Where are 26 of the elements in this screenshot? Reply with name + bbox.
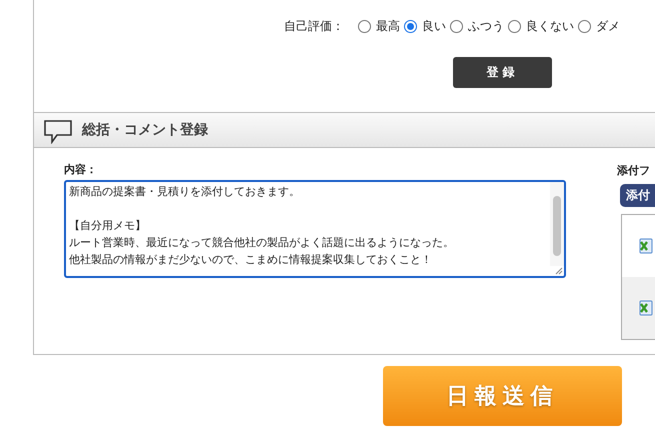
radio-label[interactable]: 良い (422, 18, 446, 35)
radio-button[interactable] (404, 20, 417, 33)
radio-button[interactable] (508, 20, 521, 33)
attach-button[interactable]: 添付 (620, 184, 655, 207)
content-textarea[interactable]: 新商品の提案書・見積りを添付しておきます。 【自分用メモ】 ルート営業時、最近になって競合他社の製品がよく話題に出るようになった。 他社製品の情報がまだ少ないので、こまめに情報提案収集しておくこと！ (64, 180, 566, 278)
spreadsheet-file-icon[interactable] (639, 300, 653, 316)
attachment-label: 添付フ (617, 163, 651, 178)
resize-grip-icon[interactable] (555, 267, 563, 275)
radio-label[interactable]: 良くない (526, 18, 574, 35)
radio-button[interactable] (578, 20, 591, 33)
text-line: 新商品の提案書・見積りを添付しておきます。 (69, 184, 300, 200)
scrollbar-thumb[interactable] (553, 196, 561, 256)
register-button[interactable]: 登録 (453, 57, 552, 88)
radio-button[interactable] (450, 20, 463, 33)
speech-bubble-icon (44, 120, 72, 144)
text-line: 【自分用メモ】 (69, 218, 146, 234)
radio-label[interactable]: 最高 (376, 18, 400, 35)
radio-button[interactable] (358, 20, 371, 33)
rating-label: 自己評価： (284, 18, 344, 35)
radio-label[interactable]: ふつう (468, 18, 504, 35)
spreadsheet-file-icon[interactable] (639, 238, 653, 254)
text-line: 他社製品の情報がまだ少ないので、こまめに情報提案収集しておくこと！ (69, 252, 432, 268)
content-label: 内容： (64, 162, 98, 177)
radio-label[interactable]: ダメ (596, 18, 620, 35)
section-title: 総括・コメント登録 (82, 121, 208, 139)
text-line: ルート営業時、最近になって競合他社の製品がよく話題に出るようになった。 (69, 235, 454, 251)
